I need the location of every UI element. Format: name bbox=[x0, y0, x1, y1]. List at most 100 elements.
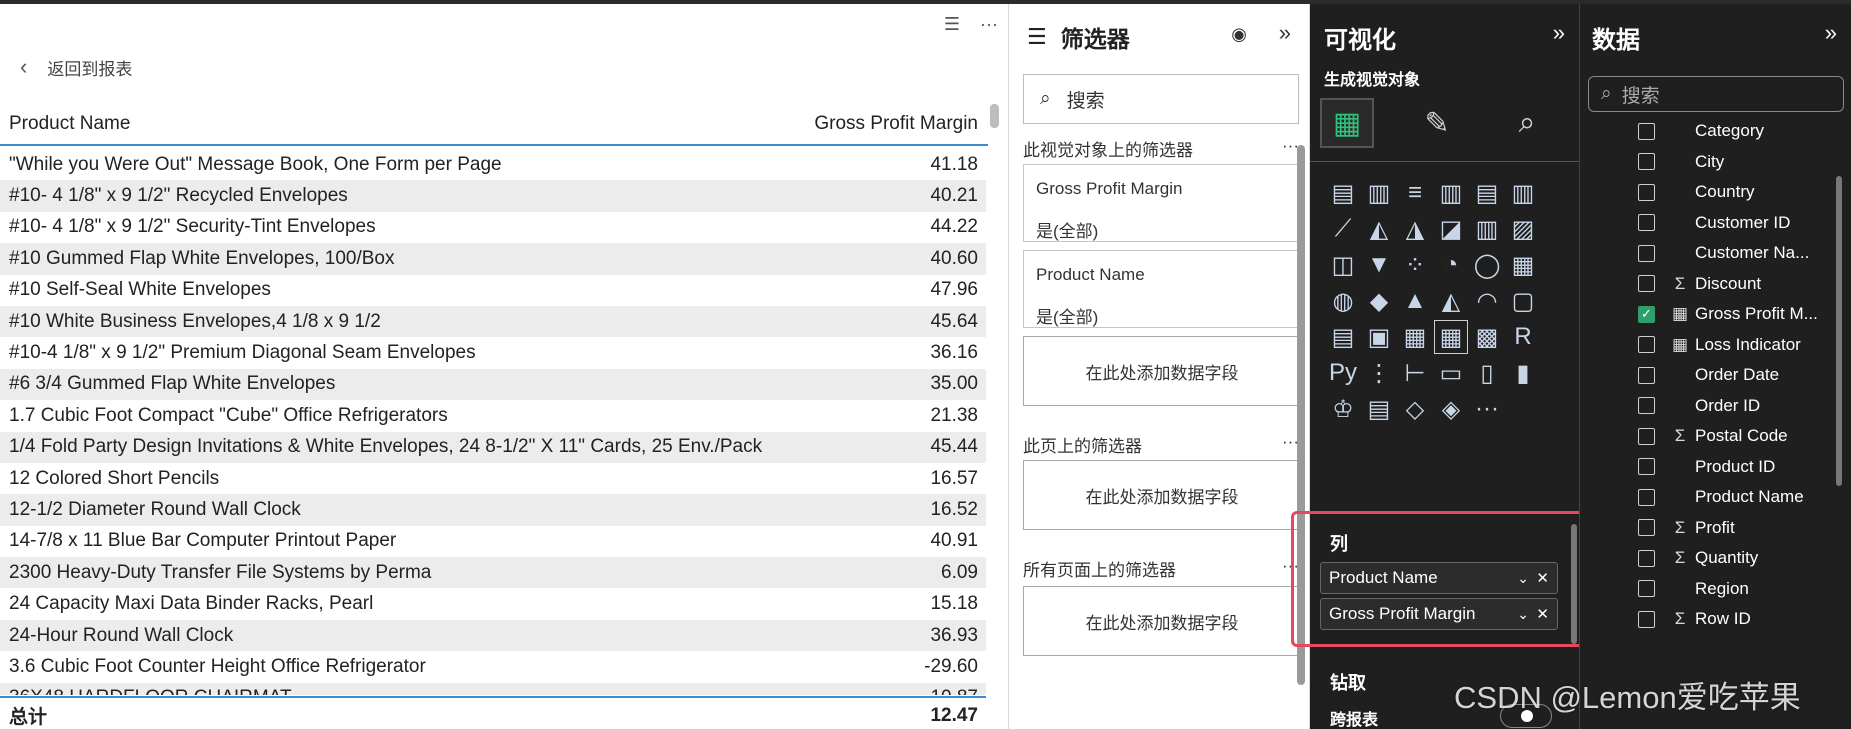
decomposition-tree-icon[interactable]: ⊢ bbox=[1398, 356, 1432, 390]
checkbox[interactable] bbox=[1638, 458, 1655, 475]
treemap-icon[interactable]: ▦ bbox=[1506, 248, 1540, 282]
donut-icon[interactable]: ◯ bbox=[1470, 248, 1504, 282]
back-to-report-button[interactable]: ‹ 返回到报表 bbox=[20, 54, 132, 80]
table-row[interactable]: #10 Gummed Flap White Envelopes, 100/Box… bbox=[0, 243, 986, 275]
gauge-icon[interactable]: ◠ bbox=[1470, 284, 1504, 318]
add-visual-filter-field[interactable]: 在此处添加数据字段 bbox=[1023, 336, 1301, 406]
shape-map-icon[interactable]: ▲ bbox=[1398, 284, 1432, 318]
card-icon[interactable]: ▢ bbox=[1506, 284, 1540, 318]
visual-filters-heading: 此视觉对象上的筛选器 bbox=[1023, 141, 1193, 160]
checkbox[interactable] bbox=[1638, 549, 1655, 567]
more-options-icon[interactable]: ··· bbox=[980, 14, 998, 35]
checkbox[interactable] bbox=[1638, 336, 1655, 353]
line-stacked-column-icon[interactable]: ▥ bbox=[1470, 212, 1504, 246]
table-row[interactable]: "While you Were Out" Message Book, One F… bbox=[0, 149, 986, 180]
table-row[interactable]: 1.7 Cubic Foot Compact "Cube" Office Ref… bbox=[0, 400, 986, 431]
table-row[interactable]: 14-7/8 x 11 Blue Bar Computer Printout P… bbox=[0, 526, 986, 557]
analytics-tab-icon[interactable]: ⌕ bbox=[1500, 98, 1554, 148]
checkbox[interactable] bbox=[1638, 122, 1655, 140]
column-header-gross-profit-margin[interactable]: Gross Profit Margin bbox=[814, 113, 978, 135]
get-more-visuals-icon[interactable]: ··· bbox=[1470, 392, 1504, 426]
filter-card-product-name[interactable]: Product Name 是(全部) bbox=[1023, 250, 1299, 328]
map-icon[interactable]: ◍ bbox=[1326, 284, 1360, 318]
area-chart-icon[interactable]: ◭ bbox=[1362, 212, 1396, 246]
collapse-data-icon[interactable]: » bbox=[1825, 20, 1837, 46]
table-row[interactable]: 3.6 Cubic Foot Counter Height Office Ref… bbox=[0, 651, 986, 682]
checkbox[interactable] bbox=[1638, 397, 1655, 414]
narrative-icon[interactable]: ▯ bbox=[1470, 356, 1504, 390]
waterfall-icon[interactable]: ◫ bbox=[1326, 248, 1360, 282]
filter-card-gross-profit-margin[interactable]: Gross Profit Margin 是(全部) bbox=[1023, 164, 1299, 242]
table-row[interactable]: 2300 Heavy-Duty Transfer File Systems by… bbox=[0, 557, 986, 589]
table-row[interactable]: 36X48 HARDFLOOR CHAIRMAT 10.87 bbox=[0, 682, 986, 695]
add-field-label: 在此处添加数据字段 bbox=[1085, 363, 1239, 383]
report-icon[interactable]: ▤ bbox=[1362, 392, 1396, 426]
kpi-icon[interactable]: ▣ bbox=[1362, 320, 1396, 354]
data-scrollbar[interactable] bbox=[1836, 176, 1842, 486]
add-page-filter-field[interactable]: 在此处添加数据字段 bbox=[1023, 460, 1301, 530]
checkbox[interactable] bbox=[1638, 244, 1655, 262]
table-row[interactable]: #10-4 1/8" x 9 1/2" Premium Diagonal Sea… bbox=[0, 337, 986, 368]
checkbox[interactable] bbox=[1638, 427, 1655, 445]
azure-map-icon[interactable]: ◭ bbox=[1434, 284, 1468, 318]
funnel-icon[interactable]: ▼ bbox=[1362, 248, 1396, 282]
matrix-icon[interactable]: ▩ bbox=[1470, 320, 1504, 354]
checkbox[interactable] bbox=[1638, 580, 1655, 597]
ribbon-chart-icon[interactable]: ▨ bbox=[1506, 212, 1540, 246]
eye-icon[interactable]: ◉ bbox=[1231, 24, 1247, 45]
power-automate-icon[interactable]: ◈ bbox=[1434, 392, 1468, 426]
collapse-visualizations-icon[interactable]: » bbox=[1553, 20, 1565, 46]
checkbox[interactable] bbox=[1638, 214, 1655, 231]
build-visual-tab-icon[interactable]: ▦ bbox=[1320, 98, 1374, 148]
checkbox[interactable] bbox=[1638, 275, 1655, 292]
table-row[interactable]: 24 Capacity Maxi Data Binder Racks, Pear… bbox=[0, 588, 986, 619]
table-row[interactable]: #10- 4 1/8" x 9 1/2" Recycled Envelopes 4… bbox=[0, 180, 986, 212]
filter-icon[interactable]: ☰ bbox=[944, 14, 960, 35]
data-search-input[interactable]: ⌕ 搜索 bbox=[1588, 76, 1844, 112]
table-row[interactable]: 24-Hour Round Wall Clock 36.93 bbox=[0, 619, 986, 652]
100-bar-icon[interactable]: ▤ bbox=[1470, 176, 1504, 210]
table-scrollbar[interactable] bbox=[990, 104, 999, 128]
table-row[interactable]: #6 3/4 Gummed Flap White Envelopes 35.00 bbox=[0, 368, 986, 401]
stacked-bar-icon[interactable]: ▤ bbox=[1326, 176, 1360, 210]
clustered-bar-icon[interactable]: ≡ bbox=[1398, 176, 1432, 210]
multirow-card-icon[interactable]: ▤ bbox=[1326, 320, 1360, 354]
key-influencers-icon[interactable]: ⋮ bbox=[1362, 356, 1396, 390]
table-row[interactable]: #10- 4 1/8" x 9 1/2" Security-Tint Envel… bbox=[0, 212, 986, 243]
table-row[interactable]: 12 Colored Short Pencils 16.57 bbox=[0, 463, 986, 494]
data-field-name: Country bbox=[1695, 182, 1755, 201]
add-all-pages-filter-field[interactable]: 在此处添加数据字段 bbox=[1023, 586, 1301, 656]
checkbox[interactable] bbox=[1638, 366, 1655, 384]
scatter-icon[interactable]: ⁘ bbox=[1398, 248, 1432, 282]
trophy-icon[interactable]: ♔ bbox=[1326, 392, 1360, 426]
paginated-report-icon[interactable]: ▮ bbox=[1506, 356, 1540, 390]
slicer-icon[interactable]: ▦ bbox=[1398, 320, 1432, 354]
checkbox[interactable] bbox=[1638, 153, 1655, 170]
r-visual-icon[interactable]: R bbox=[1506, 320, 1540, 354]
100-column-icon[interactable]: ▥ bbox=[1506, 176, 1540, 210]
filters-search-input[interactable]: ⌕ 搜索 bbox=[1023, 74, 1299, 124]
table-row[interactable]: #10 White Business Envelopes,4 1/8 x 9 1… bbox=[0, 305, 986, 338]
line-chart-icon[interactable]: ⟋ bbox=[1326, 212, 1360, 246]
checkbox[interactable] bbox=[1638, 183, 1655, 201]
power-apps-icon[interactable]: ◇ bbox=[1398, 392, 1432, 426]
filled-map-icon[interactable]: ◆ bbox=[1362, 284, 1396, 318]
clustered-column-icon[interactable]: ▥ bbox=[1434, 176, 1468, 210]
checkbox[interactable] bbox=[1638, 610, 1655, 628]
python-visual-icon[interactable]: Py bbox=[1326, 356, 1360, 390]
stacked-area-icon[interactable]: ◮ bbox=[1398, 212, 1432, 246]
column-header-product-name[interactable]: Product Name bbox=[9, 113, 130, 135]
line-column-icon[interactable]: ◪ bbox=[1434, 212, 1468, 246]
table-row[interactable]: #10 Self-Seal White Envelopes 47.96 bbox=[0, 275, 986, 306]
table-icon[interactable]: ▦ bbox=[1434, 320, 1468, 354]
table-row[interactable]: 12-1/2 Diameter Round Wall Clock 16.52 bbox=[0, 494, 986, 526]
qna-icon[interactable]: ▭ bbox=[1434, 356, 1468, 390]
pie-icon[interactable]: ◔ bbox=[1434, 248, 1468, 282]
checkbox[interactable] bbox=[1638, 488, 1655, 506]
checkbox[interactable] bbox=[1638, 519, 1655, 536]
table-row[interactable]: 1/4 Fold Party Design Invitations & Whit… bbox=[0, 431, 986, 463]
collapse-filters-icon[interactable]: » bbox=[1279, 20, 1291, 46]
stacked-column-icon[interactable]: ▥ bbox=[1362, 176, 1396, 210]
format-visual-tab-icon[interactable]: ✎ bbox=[1410, 98, 1464, 148]
checked-checkbox[interactable]: ✓ bbox=[1638, 305, 1655, 323]
